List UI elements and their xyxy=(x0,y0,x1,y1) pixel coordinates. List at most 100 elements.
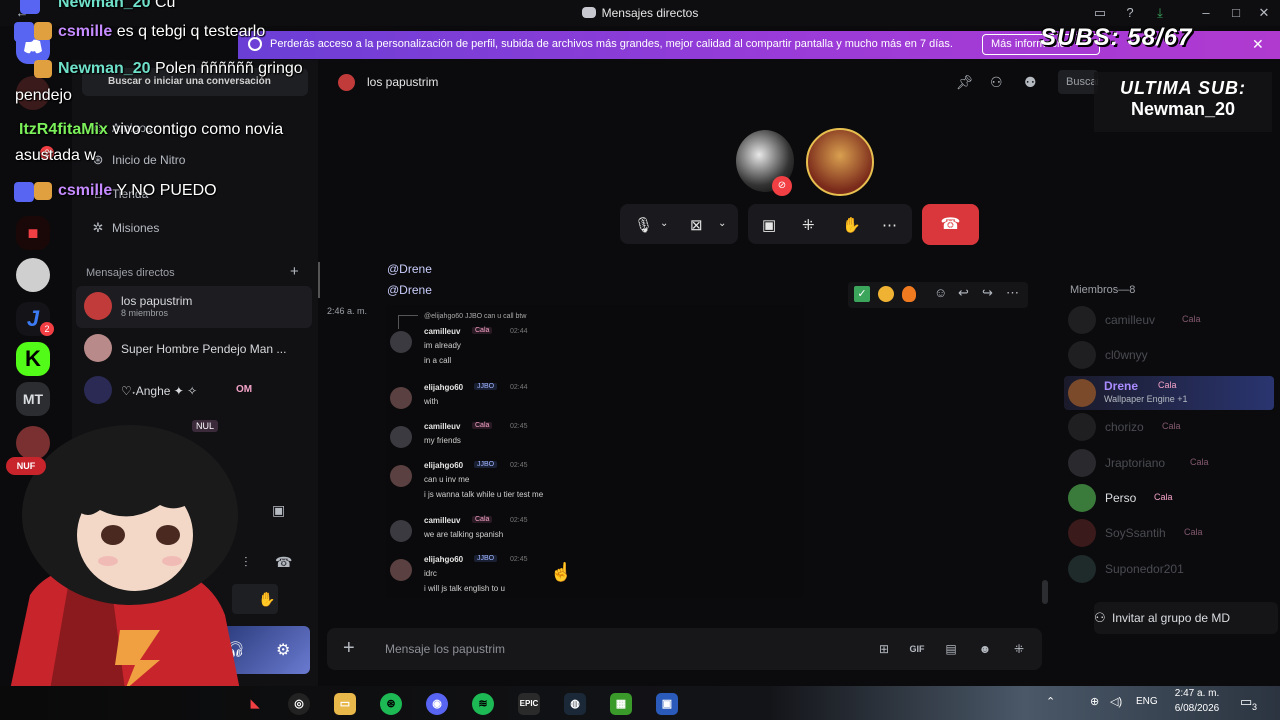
message-text: can u inv me xyxy=(424,475,470,484)
apps-icon[interactable]: ⁜ xyxy=(1011,641,1027,657)
cat-server-icon[interactable] xyxy=(16,258,50,292)
member-row[interactable]: camilleuv Cala xyxy=(1066,303,1276,337)
emoji-icon[interactable]: ☻ xyxy=(977,641,993,657)
more-options-icon[interactable]: ⋯ xyxy=(882,216,897,234)
screen-share-icon[interactable]: ▣ xyxy=(272,502,285,519)
reply-icon[interactable]: ↩ xyxy=(958,285,969,301)
notifications-icon[interactable]: ▭ xyxy=(1240,694,1252,710)
steam-icon[interactable]: ◍ xyxy=(564,693,586,715)
clock-time[interactable]: 2:47 a. m. xyxy=(1166,688,1228,699)
obs-icon[interactable]: ◎ xyxy=(288,693,310,715)
xbox-icon[interactable]: ⊛ xyxy=(380,693,402,715)
settings-gear-icon[interactable]: ⚙ xyxy=(276,640,290,660)
youtube-server-icon[interactable]: ■ xyxy=(16,216,50,250)
member-row[interactable]: chorizo Cala xyxy=(1066,410,1276,444)
member-row[interactable]: Jraptoriano Cala xyxy=(1066,446,1276,480)
microphone-controls[interactable]: 🎙︎ ⌄ ⊠ ⌄ xyxy=(620,204,738,244)
member-row[interactable]: Suponedor201 xyxy=(1066,552,1276,586)
message-text: we are talking spanish xyxy=(424,530,504,539)
gif-icon[interactable]: GIF xyxy=(909,641,925,657)
activities-icon[interactable]: ⁜ xyxy=(802,216,815,234)
reply-spine xyxy=(398,315,418,329)
gift-icon[interactable]: ⊞ xyxy=(876,641,892,657)
fire-reaction-icon[interactable] xyxy=(902,286,916,302)
avatar xyxy=(1068,449,1096,477)
help-icon[interactable]: ? xyxy=(1122,5,1138,21)
chevron-down-icon[interactable]: ⌄ xyxy=(660,218,668,229)
avatar xyxy=(390,331,412,353)
member-row-highlighted[interactable]: Drene Cala Wallpaper Engine +1 xyxy=(1064,376,1274,410)
dm-item-anghe[interactable]: ♡˖Anghe ✦ ✧ OM xyxy=(76,370,312,412)
member-list-icon[interactable]: ⚉ xyxy=(1024,74,1037,91)
screenshot-image[interactable]: @elijahgo60 JJBO can u call btw camilleu… xyxy=(386,305,804,598)
chat-username: csmille xyxy=(58,23,113,40)
discord-icon[interactable]: ◉ xyxy=(426,693,448,715)
system-tray-icon[interactable]: ⌃ xyxy=(1046,695,1055,708)
camera-off-icon[interactable]: ⊠ xyxy=(690,216,703,234)
download-update-icon[interactable]: ⤓ xyxy=(1152,5,1168,21)
message-input[interactable] xyxy=(385,639,845,659)
guild-tag: Cala xyxy=(1182,314,1201,324)
disconnect-call-button[interactable]: ☎ xyxy=(922,204,979,245)
member-row[interactable]: SoySsantih Cala xyxy=(1066,516,1276,550)
dm-item-los-papustrim[interactable]: los papustrim 8 miembros xyxy=(76,286,312,328)
avatar xyxy=(84,334,112,362)
chevron-down-icon[interactable]: ⌄ xyxy=(718,218,726,229)
mention[interactable]: @Drene xyxy=(387,262,432,276)
app-icon[interactable]: ▣ xyxy=(656,693,678,715)
windows-taskbar: ◣ ◎ ▭ ⊛ ◉ ≋ EPIC ◍ ▦ ▣ ⌃ ⊕ ◁) ENG 2:47 a… xyxy=(0,686,1280,720)
check-reaction-icon[interactable]: ✓ xyxy=(854,286,870,302)
add-attachment-icon[interactable]: + xyxy=(343,638,355,658)
screen-share-icon[interactable]: ▣ xyxy=(762,216,776,234)
minecraft-icon[interactable]: ▦ xyxy=(610,693,632,715)
time: 02:44 xyxy=(510,384,528,391)
nav-nitro[interactable]: ⊛ Inicio de Nitro xyxy=(82,144,310,176)
dm-item-super-hombre[interactable]: Super Hombre Pendejo Man ... xyxy=(76,328,312,370)
close-banner-icon[interactable]: ✕ xyxy=(1252,36,1264,53)
search-input[interactable]: Buscar xyxy=(1058,70,1098,94)
scrollbar[interactable] xyxy=(1042,580,1048,604)
clock-date[interactable]: 6/08/2026 xyxy=(1166,703,1228,714)
soundboard-icon[interactable]: ✋ xyxy=(842,216,861,234)
last-sub-title: ULTIMA SUB: xyxy=(1120,78,1246,98)
chat-username: ItzR4fitaMix xyxy=(19,121,108,138)
add-dm-icon[interactable]: + xyxy=(290,263,299,280)
nav-quests[interactable]: ✲ Misiones xyxy=(82,212,310,244)
epic-games-icon[interactable]: EPIC xyxy=(518,693,540,715)
guild-tag: Cala xyxy=(472,422,493,429)
spotify-icon[interactable]: ≋ xyxy=(472,693,494,715)
mt-server-icon[interactable]: MT xyxy=(16,382,50,416)
laugh-reaction-icon[interactable] xyxy=(878,286,894,302)
sticker-icon[interactable]: ▤ xyxy=(943,641,959,657)
file-explorer-icon[interactable]: ▭ xyxy=(334,693,356,715)
disconnect-icon[interactable]: ☎ xyxy=(275,554,292,571)
add-friend-icon[interactable]: ⚇ xyxy=(990,74,1003,91)
volume-icon[interactable]: ◁) xyxy=(1110,695,1122,708)
krisp-icon[interactable]: ✋ xyxy=(258,591,275,608)
pin-icon[interactable]: 📌︎ xyxy=(956,74,974,91)
message-text: idrc xyxy=(424,569,437,578)
minimize-icon[interactable]: – xyxy=(1198,5,1214,21)
member-row[interactable]: Perso Cala xyxy=(1066,481,1276,515)
network-icon[interactable]: ⊕ xyxy=(1090,695,1099,708)
chat-username: Newman_20 xyxy=(58,60,151,77)
chat-message: Cu xyxy=(154,0,176,11)
vtuber-avatar xyxy=(10,425,240,690)
channel-header: los papustrim 📌︎ ⚇ ⚉ Buscar xyxy=(320,62,1098,102)
maximize-icon[interactable]: □ xyxy=(1228,5,1244,21)
forward-icon[interactable]: ↪ xyxy=(982,285,993,301)
close-window-icon[interactable]: ✕ xyxy=(1256,5,1272,21)
participant-avatar[interactable] xyxy=(806,128,874,196)
language-indicator[interactable]: ENG xyxy=(1136,696,1158,707)
message-text: in a call xyxy=(424,356,452,365)
microphone-icon[interactable]: 🎙︎ xyxy=(634,216,653,234)
invite-to-dm-button[interactable]: ⚇ Invitar al grupo de MD xyxy=(1094,602,1278,634)
stream-chat-line: asustada w xyxy=(15,147,96,165)
add-reaction-icon[interactable]: ☺ xyxy=(934,285,947,300)
inbox-icon[interactable]: ▭ xyxy=(1092,5,1108,21)
more-icon[interactable]: ⋯ xyxy=(1006,285,1019,301)
mega-icon[interactable]: ◣ xyxy=(244,693,266,715)
member-row[interactable]: cl0wnyy xyxy=(1066,338,1276,372)
kick-server-icon[interactable]: K xyxy=(16,342,50,376)
mention[interactable]: @Drene xyxy=(387,283,432,297)
